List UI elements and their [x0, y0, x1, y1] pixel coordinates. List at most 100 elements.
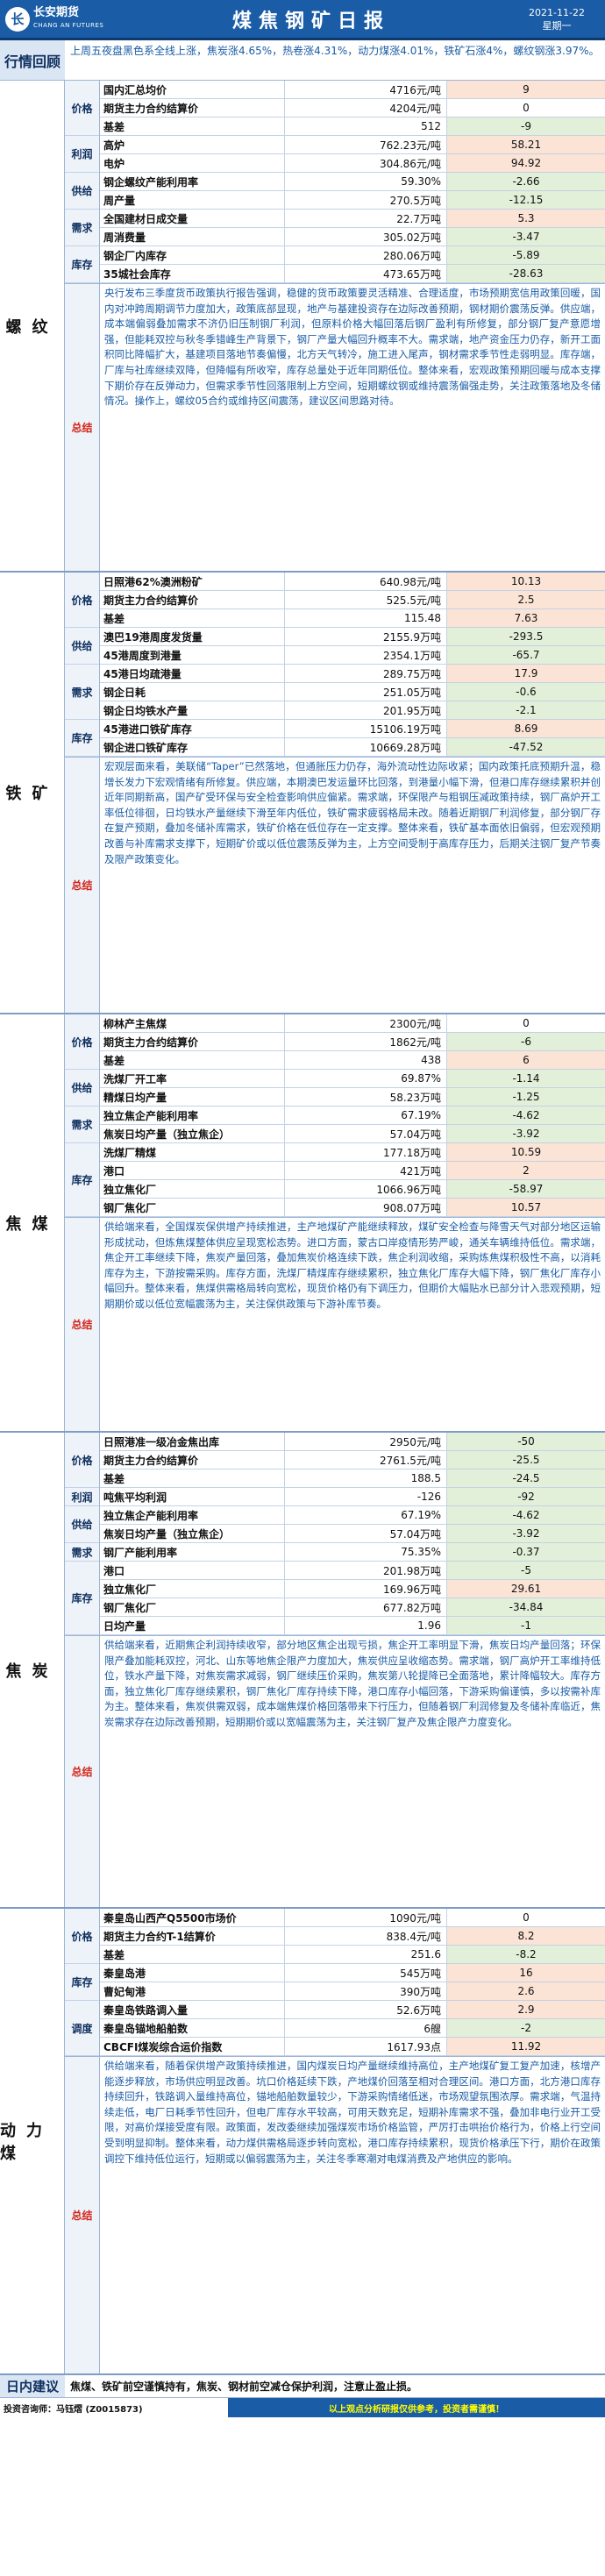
indicator-value: 169.96万吨: [285, 1580, 447, 1598]
indicator-name: 秦皇岛山西产Q5500市场价: [100, 1909, 285, 1926]
indicator-value: 201.98万吨: [285, 1562, 447, 1579]
indicator-change: -58.97: [447, 1180, 605, 1198]
indicator-rows: 日照港62%澳洲粉矿 640.98元/吨 10.13 期货主力合约结算价 525.5元/…: [100, 573, 605, 757]
table-row: 钢企日均铁水产量 201.95万吨 -2.1: [100, 701, 605, 720]
table-row: 高炉 762.23元/吨 58.21: [100, 136, 605, 154]
market-recap: 行情回顾 上周五夜盘黑色系全线上涨，焦炭涨4.65%，热卷涨4.31%，动力煤涨…: [0, 40, 605, 81]
indicator-value: 22.7万吨: [285, 210, 447, 227]
indicator-change: -92: [447, 1488, 605, 1505]
indicator-rows: 日照港准一级冶金焦出库 2950元/吨 -50 期货主力合约结算价 2761.5元/吨 -…: [100, 1433, 605, 1635]
indicator-change: -1: [447, 1617, 605, 1634]
indicator-change: -1.14: [447, 1070, 605, 1087]
indicator-value: 6艘: [285, 2019, 447, 2037]
category-label: 库存: [65, 1143, 99, 1217]
indicator-name: 日照港准一级冶金焦出库: [100, 1433, 285, 1450]
summary-label: 总结: [65, 1218, 100, 1431]
indicator-name: 电炉: [100, 154, 285, 172]
indicator-change: 2.5: [447, 591, 605, 608]
table-row: 钢企螺纹产能利用率 59.30% -2.66: [100, 173, 605, 191]
date-text: 2021-11-22: [529, 6, 585, 18]
summary-label: 总结: [65, 1636, 100, 1907]
indicator-name: 国内汇总均价: [100, 81, 285, 98]
indicator-value: 1617.93点: [285, 2038, 447, 2055]
indicator-name: 期货主力合约结算价: [100, 1033, 285, 1050]
indicator-rows: 柳林产主焦煤 2300元/吨 0 期货主力合约结算价 1862元/吨 -6 基差 438 6 洗煤…: [100, 1014, 605, 1217]
section-2: 焦煤 价格 供给 需求 库存 柳林产主焦煤 2300元/吨 0 期货主力合约结算价 1862元/吨…: [0, 1014, 605, 1433]
category-label: 需求: [65, 1107, 99, 1143]
indicator-name: 全国建材日成交量: [100, 210, 285, 227]
indicator-value: 115.48: [285, 609, 447, 627]
indicator-name: 钢企螺纹产能利用率: [100, 173, 285, 190]
category-column: 价格 利润 供给 需求 库存: [65, 1433, 100, 1635]
indicator-change: -2.1: [447, 701, 605, 719]
indicator-value: 908.07万吨: [285, 1199, 447, 1216]
indicator-value: 251.6: [285, 1946, 447, 1963]
indicator-value: 4204元/吨: [285, 99, 447, 117]
indicator-change: 29.61: [447, 1580, 605, 1598]
indicator-name: 曹妃甸港: [100, 1982, 285, 2000]
indicator-name: 秦皇岛港: [100, 1964, 285, 1982]
indicator-change: -65.7: [447, 646, 605, 664]
section-body: 价格 库存 调度 秦皇岛山西产Q5500市场价 1090元/吨 0 期货主力合约T-1结算价…: [65, 1909, 605, 2373]
indicator-change: 7.63: [447, 609, 605, 627]
daily-report-page: 长 长安期货 CHANG AN FUTURES 煤焦钢矿日报 2021-11-2…: [0, 0, 605, 2576]
indicator-name: 钢企进口铁矿库存: [100, 738, 285, 756]
indicator-value: 762.23元/吨: [285, 136, 447, 153]
indicator-change: 17.9: [447, 665, 605, 682]
indicator-change: 10.13: [447, 573, 605, 590]
table-row: 港口 421万吨 2: [100, 1162, 605, 1180]
indicator-name: 秦皇岛铁路调入量: [100, 2001, 285, 2018]
report-footer: 投资咨询师：马钰熠 (Z0015873) 以上观点分析研报仅供参考，投资者需谨慎…: [0, 2398, 605, 2417]
indicator-rows: 秦皇岛山西产Q5500市场价 1090元/吨 0 期货主力合约T-1结算价 838.4元…: [100, 1909, 605, 2056]
indicator-name: 期货主力合约结算价: [100, 1451, 285, 1469]
table-row: 全国建材日成交量 22.7万吨 5.3: [100, 210, 605, 228]
indicator-change: -12.15: [447, 191, 605, 209]
table-row: 基差 188.5 -24.5: [100, 1469, 605, 1488]
indicator-change: -3.92: [447, 1125, 605, 1142]
table-row: CBCFI煤炭综合运价指数 1617.93点 11.92: [100, 2038, 605, 2056]
indicator-name: 精煤日均产量: [100, 1088, 285, 1106]
advice-label: 日内建议: [0, 2375, 65, 2397]
analyst-info: 投资咨询师：马钰熠 (Z0015873): [4, 2404, 143, 2415]
table-row: 洗煤厂精煤 177.18万吨 10.59: [100, 1143, 605, 1162]
category-column: 价格 供给 需求 库存: [65, 573, 100, 757]
category-label: 供给: [65, 173, 99, 210]
table-row: 澳巴19港周度发货量 2155.9万吨 -293.5: [100, 628, 605, 646]
indicator-change: 8.69: [447, 720, 605, 737]
indicator-name: 钢企日耗: [100, 683, 285, 701]
indicator-value: 270.5万吨: [285, 191, 447, 209]
indicator-name: 焦炭日均产量（独立焦企）: [100, 1125, 285, 1142]
table-row: 45港日均疏港量 289.75万吨 17.9: [100, 665, 605, 683]
indicator-value: 473.65万吨: [285, 265, 447, 282]
indicator-value: 545万吨: [285, 1964, 447, 1982]
section-body: 价格 利润 供给 需求 库存 日照港准一级冶金焦出库 2950元/吨 -50 期货主力合约结算价…: [65, 1433, 605, 1907]
indicator-value: 75.35%: [285, 1543, 447, 1561]
section-3: 焦炭 价格 利润 供给 需求 库存 日照港准一级冶金焦出库 2950元/吨 -50 期货主力合约结…: [0, 1433, 605, 1909]
summary-block: 总结 宏观层面来看，美联储“Taper”已然落地，但通胀压力仍存，海外流动性边际收…: [65, 757, 605, 1013]
table-row: 钢企进口铁矿库存 10669.28万吨 -47.52: [100, 738, 605, 757]
indicator-change: -2.66: [447, 173, 605, 190]
indicator-name: 基差: [100, 609, 285, 627]
weekday-text: 星期一: [542, 19, 572, 32]
indicator-name: 45港进口铁矿库存: [100, 720, 285, 737]
summary-block: 总结 供给端来看，近期焦企利润持续收窄，部分地区焦企出现亏损，焦企开工率明显下滑，…: [65, 1635, 605, 1907]
table-row: 日照港62%澳洲粉矿 640.98元/吨 10.13: [100, 573, 605, 591]
section-name: 焦煤: [0, 1014, 65, 1431]
indicator-name: 日均产量: [100, 1617, 285, 1634]
indicator-change: 0: [447, 99, 605, 117]
table-row: 基差 251.6 -8.2: [100, 1946, 605, 1964]
indicator-change: 5.3: [447, 210, 605, 227]
table-row: 柳林产主焦煤 2300元/吨 0: [100, 1014, 605, 1033]
indicator-value: 188.5: [285, 1469, 447, 1487]
indicator-change: -1.25: [447, 1088, 605, 1106]
indicator-table: 价格 供给 需求 库存 柳林产主焦煤 2300元/吨 0 期货主力合约结算价 1862元/吨 -6…: [65, 1014, 605, 1217]
summary-text: 宏观层面来看，美联储“Taper”已然落地，但通胀压力仍存，海外流动性边际收紧；…: [104, 760, 601, 865]
indicator-value: 304.86元/吨: [285, 154, 447, 172]
table-row: 国内汇总均价 4716元/吨 9: [100, 81, 605, 99]
indicator-table: 价格 供给 需求 库存 日照港62%澳洲粉矿 640.98元/吨 10.13 期货主力合约结算…: [65, 573, 605, 757]
indicator-change: 2.6: [447, 1982, 605, 2000]
summary-text: 央行发布三季度货币政策执行报告强调，稳健的货币政策要灵活精准、合理适度，市场预期…: [104, 287, 601, 408]
indicator-name: 独立焦企产能利用率: [100, 1506, 285, 1524]
table-row: 钢厂焦化厂 908.07万吨 10.57: [100, 1199, 605, 1217]
section-body: 价格 利润 供给 需求 库存 国内汇总均价 4716元/吨 9 期货主力合约结算价 4204元/吨…: [65, 81, 605, 571]
